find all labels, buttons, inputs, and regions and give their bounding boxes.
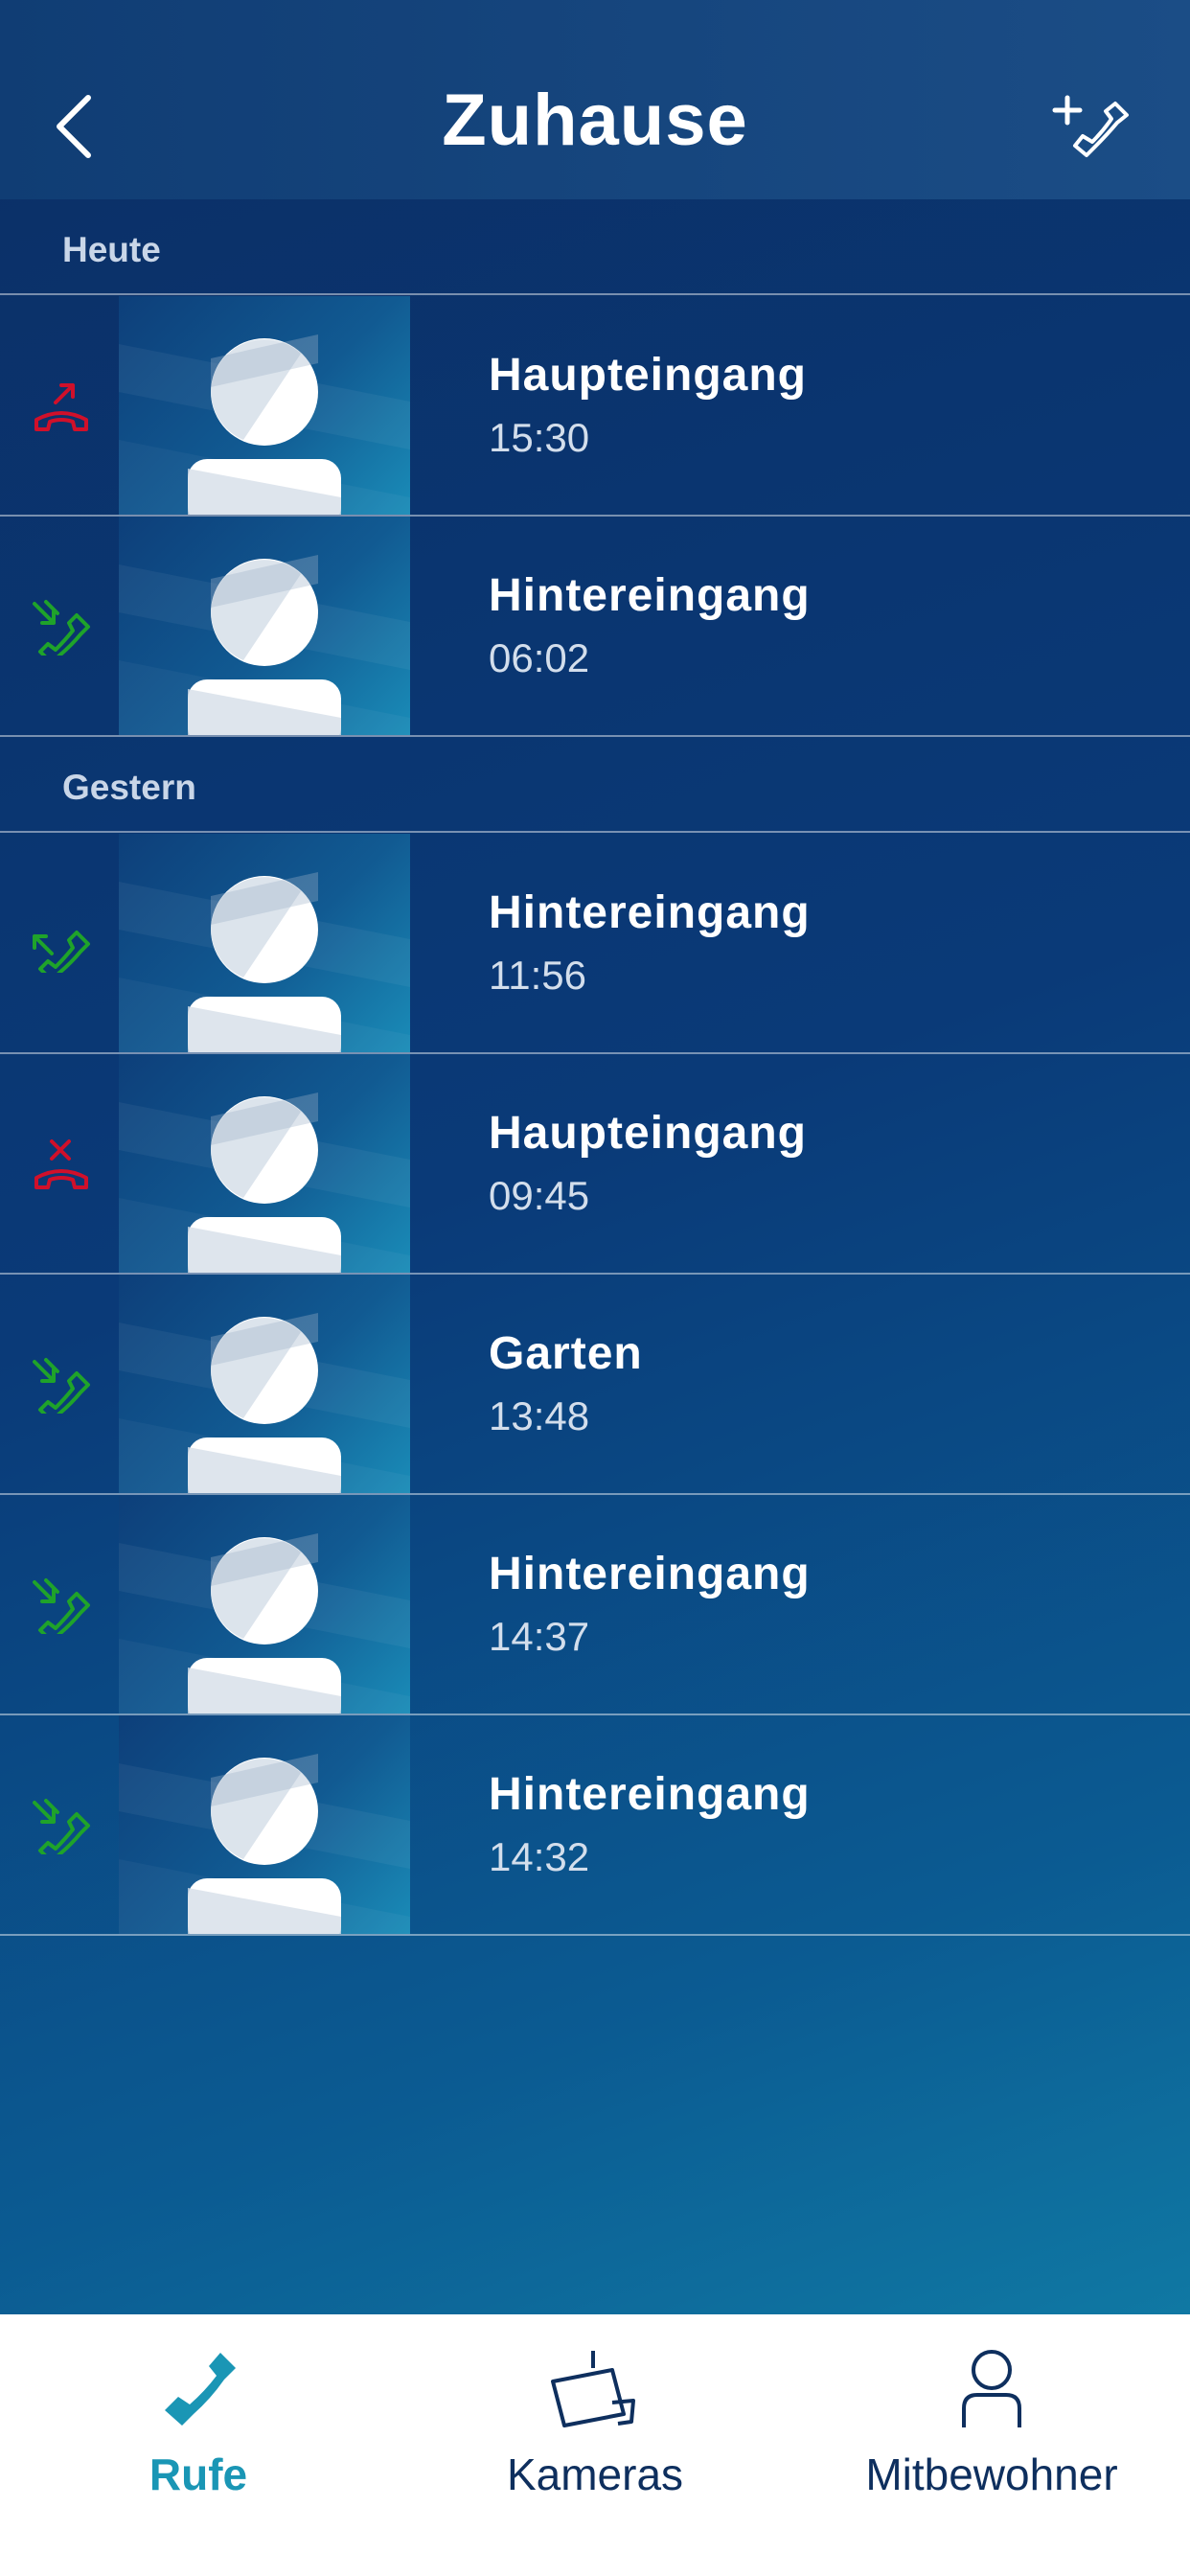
call-caller-name: Haupteingang: [489, 1108, 807, 1159]
tab-label-rufe: Rufe: [149, 2450, 248, 2499]
call-row[interactable]: Haupteingang 15:30: [0, 296, 1190, 517]
call-caller-name: Hintereingang: [489, 1549, 811, 1599]
section-header: Heute: [0, 199, 1190, 295]
avatar-thumbnail: [119, 296, 410, 515]
tab-bar: Rufe Kameras Mitbewohner: [0, 2314, 1190, 2576]
call-time: 15:30: [489, 415, 590, 460]
call-row[interactable]: Hintereingang 14:37: [0, 1495, 1190, 1715]
top-bar: Zuhause: [0, 0, 1190, 199]
call-caller-name: Garten: [489, 1328, 643, 1379]
incoming-call-icon: [29, 598, 96, 665]
call-row[interactable]: Haupteingang 09:45: [0, 1054, 1190, 1275]
tab-rufe[interactable]: Rufe: [0, 2314, 397, 2576]
call-caller-name: Haupteingang: [489, 350, 807, 401]
avatar-thumbnail: [119, 517, 410, 735]
call-row[interactable]: Garten 13:48: [0, 1275, 1190, 1495]
call-caller-name: Hintereingang: [489, 887, 811, 938]
avatar-thumbnail: [119, 834, 410, 1052]
outgoing-call-icon: [29, 915, 96, 982]
incoming-call-icon: [29, 1356, 96, 1423]
call-caller-name: Hintereingang: [489, 1769, 811, 1820]
avatar-thumbnail: [119, 1275, 410, 1493]
section-label: Heute: [62, 230, 161, 269]
incoming-call-icon: [29, 1797, 96, 1864]
section-label: Gestern: [62, 768, 196, 807]
call-row[interactable]: Hintereingang 14:32: [0, 1715, 1190, 1936]
tab-label-kameras: Kameras: [506, 2450, 684, 2499]
tab-label-mitbewohner: Mitbewohner: [865, 2450, 1118, 2499]
call-row[interactable]: Hintereingang 06:02: [0, 517, 1190, 737]
call-time: 06:02: [489, 635, 590, 680]
avatar-thumbnail: [119, 1054, 410, 1273]
page-title: Zuhause: [442, 80, 748, 161]
call-time: 13:48: [489, 1393, 590, 1438]
call-time: 14:32: [489, 1834, 590, 1879]
incoming-call-icon: [29, 1576, 96, 1644]
avatar-thumbnail: [119, 1715, 410, 1934]
tab-kameras[interactable]: Kameras: [397, 2314, 793, 2576]
add-call-icon: [1052, 95, 1129, 157]
call-time: 09:45: [489, 1173, 590, 1218]
call-caller-name: Hintereingang: [489, 570, 811, 621]
tab-mitbewohner[interactable]: Mitbewohner: [793, 2314, 1190, 2576]
add-call-button[interactable]: [1052, 92, 1134, 169]
phone-icon: [165, 2353, 236, 2426]
call-time: 14:37: [489, 1614, 590, 1659]
avatar-thumbnail: [119, 1495, 410, 1714]
call-time: 11:56: [489, 953, 586, 998]
call-row[interactable]: Hintereingang 11:56: [0, 834, 1190, 1054]
camera-icon: [551, 2351, 635, 2427]
missed-call-icon: [29, 1136, 96, 1193]
person-icon: [962, 2350, 1021, 2427]
section-header: Gestern: [0, 737, 1190, 833]
outgoing-call-rejected-icon: [29, 378, 96, 435]
